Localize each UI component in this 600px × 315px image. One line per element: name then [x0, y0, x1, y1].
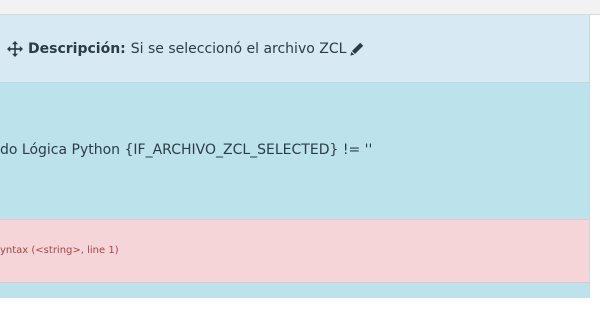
condition-body: do Lógica Python {IF_ARCHIVO_ZCL_SELECTE…: [0, 83, 589, 219]
panel-footer: [0, 283, 589, 298]
pencil-icon[interactable]: [350, 42, 364, 56]
move-arrows-icon[interactable]: [7, 40, 23, 57]
error-alert: yntax (<string>, line 1): [0, 219, 589, 283]
condition-expression: do Lógica Python {IF_ARCHIVO_ZCL_SELECTE…: [0, 141, 373, 158]
panel-header: Descripción: Si se seleccionó el archivo…: [0, 15, 589, 83]
description-label: Descripción:: [28, 40, 126, 57]
error-message: yntax (<string>, line 1): [0, 244, 119, 256]
description-value: Si se seleccionó el archivo ZCL: [130, 40, 347, 57]
top-divider-strip: [0, 0, 600, 15]
condition-panel: Descripción: Si se seleccionó el archivo…: [0, 15, 590, 298]
page-frame: Descripción: Si se seleccionó el archivo…: [0, 0, 600, 315]
